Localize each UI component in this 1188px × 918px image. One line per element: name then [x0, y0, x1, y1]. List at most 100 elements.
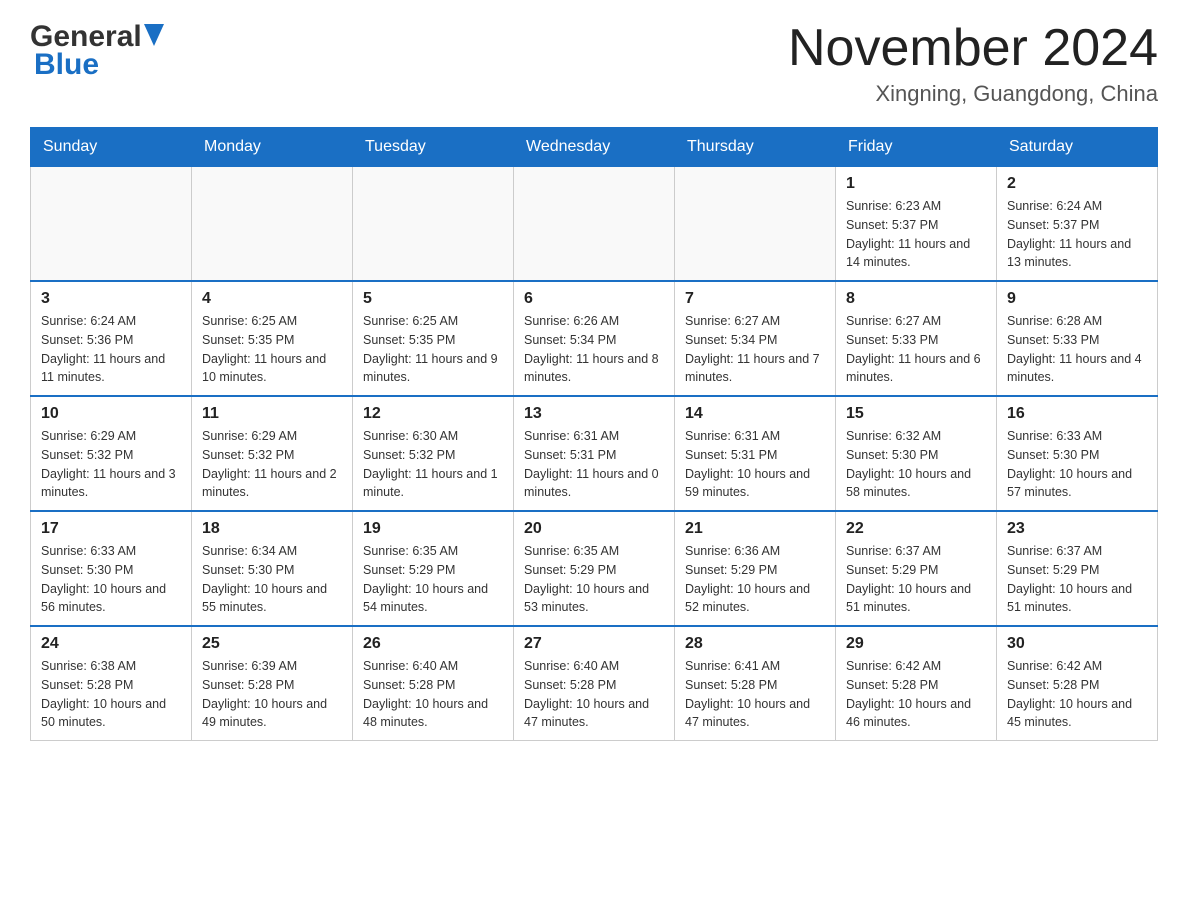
calendar-cell: 20 Sunrise: 6:35 AMSunset: 5:29 PMDayligh… — [514, 511, 675, 626]
day-number: 13 — [524, 405, 664, 423]
day-info: Sunrise: 6:31 AMSunset: 5:31 PMDaylight:… — [524, 427, 664, 502]
calendar-cell: 28 Sunrise: 6:41 AMSunset: 5:28 PMDayligh… — [675, 626, 836, 741]
day-number: 23 — [1007, 520, 1147, 538]
month-title: November 2024 — [788, 20, 1158, 77]
day-number: 4 — [202, 290, 342, 308]
week-row-4: 17Sunrise: 6:33 AMSunset: 5:30 PMDayligh… — [31, 511, 1158, 626]
day-info: Sunrise: 6:36 AMSunset: 5:29 PMDaylight:… — [685, 542, 825, 617]
logo-blue-text: Blue — [30, 48, 99, 82]
calendar-cell: 27 Sunrise: 6:40 AMSunset: 5:28 PMDayligh… — [514, 626, 675, 741]
day-info: Sunrise: 6:41 AMSunset: 5:28 PMDaylight:… — [685, 657, 825, 732]
day-info: Sunrise: 6:27 AMSunset: 5:34 PMDaylight:… — [685, 312, 825, 387]
day-number: 21 — [685, 520, 825, 538]
day-info: Sunrise: 6:25 AMSunset: 5:35 PMDaylight:… — [202, 312, 342, 387]
weekday-header-tuesday: Tuesday — [353, 128, 514, 167]
calendar-cell: 17Sunrise: 6:33 AMSunset: 5:30 PMDayligh… — [31, 511, 192, 626]
calendar-cell — [675, 167, 836, 282]
day-number: 2 — [1007, 175, 1147, 193]
calendar-cell: 3Sunrise: 6:24 AMSunset: 5:36 PMDaylight… — [31, 281, 192, 396]
day-info: Sunrise: 6:40 AMSunset: 5:28 PMDaylight:… — [363, 657, 503, 732]
day-number: 29 — [846, 635, 986, 653]
day-info: Sunrise: 6:28 AMSunset: 5:33 PMDaylight:… — [1007, 312, 1147, 387]
calendar-cell: 25 Sunrise: 6:39 AMSunset: 5:28 PMDayligh… — [192, 626, 353, 741]
day-number: 9 — [1007, 290, 1147, 308]
day-number: 8 — [846, 290, 986, 308]
day-number: 1 — [846, 175, 986, 193]
day-info: Sunrise: 6:40 AMSunset: 5:28 PMDaylight:… — [524, 657, 664, 732]
calendar-cell: 16Sunrise: 6:33 AMSunset: 5:30 PMDayligh… — [997, 396, 1158, 511]
calendar-cell: 11 Sunrise: 6:29 AMSunset: 5:32 PMDayligh… — [192, 396, 353, 511]
day-info: Sunrise: 6:42 AMSunset: 5:28 PMDaylight:… — [846, 657, 986, 732]
calendar-cell: 14 Sunrise: 6:31 AMSunset: 5:31 PMDayligh… — [675, 396, 836, 511]
day-info: Sunrise: 6:37 AMSunset: 5:29 PMDaylight:… — [846, 542, 986, 617]
calendar-cell: 26 Sunrise: 6:40 AMSunset: 5:28 PMDayligh… — [353, 626, 514, 741]
calendar-cell: 9 Sunrise: 6:28 AMSunset: 5:33 PMDaylight… — [997, 281, 1158, 396]
day-info: Sunrise: 6:29 AMSunset: 5:32 PMDaylight:… — [41, 427, 181, 502]
calendar-cell: 4 Sunrise: 6:25 AMSunset: 5:35 PMDaylight… — [192, 281, 353, 396]
weekday-header-sunday: Sunday — [31, 128, 192, 167]
calendar-cell: 18 Sunrise: 6:34 AMSunset: 5:30 PMDayligh… — [192, 511, 353, 626]
day-info: Sunrise: 6:42 AMSunset: 5:28 PMDaylight:… — [1007, 657, 1147, 732]
calendar-cell — [192, 167, 353, 282]
calendar-cell: 15 Sunrise: 6:32 AMSunset: 5:30 PMDayligh… — [836, 396, 997, 511]
calendar-table: SundayMondayTuesdayWednesdayThursdayFrid… — [30, 127, 1158, 741]
calendar-cell: 21 Sunrise: 6:36 AMSunset: 5:29 PMDayligh… — [675, 511, 836, 626]
weekday-header-friday: Friday — [836, 128, 997, 167]
day-info: Sunrise: 6:33 AMSunset: 5:30 PMDaylight:… — [41, 542, 181, 617]
day-info: Sunrise: 6:30 AMSunset: 5:32 PMDaylight:… — [363, 427, 503, 502]
day-info: Sunrise: 6:23 AMSunset: 5:37 PMDaylight:… — [846, 197, 986, 272]
logo: General Blue — [30, 20, 164, 82]
day-info: Sunrise: 6:39 AMSunset: 5:28 PMDaylight:… — [202, 657, 342, 732]
day-info: Sunrise: 6:35 AMSunset: 5:29 PMDaylight:… — [363, 542, 503, 617]
day-info: Sunrise: 6:35 AMSunset: 5:29 PMDaylight:… — [524, 542, 664, 617]
day-number: 6 — [524, 290, 664, 308]
calendar-cell: 8 Sunrise: 6:27 AMSunset: 5:33 PMDaylight… — [836, 281, 997, 396]
calendar-cell: 13 Sunrise: 6:31 AMSunset: 5:31 PMDayligh… — [514, 396, 675, 511]
location-text: Xingning, Guangdong, China — [788, 81, 1158, 107]
day-info: Sunrise: 6:31 AMSunset: 5:31 PMDaylight:… — [685, 427, 825, 502]
calendar-cell: 23 Sunrise: 6:37 AMSunset: 5:29 PMDayligh… — [997, 511, 1158, 626]
day-info: Sunrise: 6:27 AMSunset: 5:33 PMDaylight:… — [846, 312, 986, 387]
week-row-2: 3Sunrise: 6:24 AMSunset: 5:36 PMDaylight… — [31, 281, 1158, 396]
calendar-body: 1 Sunrise: 6:23 AMSunset: 5:37 PMDaylight… — [31, 167, 1158, 741]
calendar-cell: 1 Sunrise: 6:23 AMSunset: 5:37 PMDaylight… — [836, 167, 997, 282]
day-info: Sunrise: 6:38 AMSunset: 5:28 PMDaylight:… — [41, 657, 181, 732]
title-block: November 2024 Xingning, Guangdong, China — [788, 20, 1158, 107]
day-number: 24 — [41, 635, 181, 653]
day-number: 11 — [202, 405, 342, 423]
day-number: 15 — [846, 405, 986, 423]
week-row-5: 24 Sunrise: 6:38 AMSunset: 5:28 PMDayligh… — [31, 626, 1158, 741]
calendar-cell — [31, 167, 192, 282]
day-number: 28 — [685, 635, 825, 653]
day-info: Sunrise: 6:24 AMSunset: 5:36 PMDaylight:… — [41, 312, 181, 387]
day-number: 26 — [363, 635, 503, 653]
day-number: 14 — [685, 405, 825, 423]
calendar-cell: 12Sunrise: 6:30 AMSunset: 5:32 PMDayligh… — [353, 396, 514, 511]
day-number: 25 — [202, 635, 342, 653]
week-row-3: 10Sunrise: 6:29 AMSunset: 5:32 PMDayligh… — [31, 396, 1158, 511]
calendar-cell: 7 Sunrise: 6:27 AMSunset: 5:34 PMDaylight… — [675, 281, 836, 396]
day-info: Sunrise: 6:25 AMSunset: 5:35 PMDaylight:… — [363, 312, 503, 387]
day-info: Sunrise: 6:37 AMSunset: 5:29 PMDaylight:… — [1007, 542, 1147, 617]
day-number: 5 — [363, 290, 503, 308]
day-info: Sunrise: 6:24 AMSunset: 5:37 PMDaylight:… — [1007, 197, 1147, 272]
day-info: Sunrise: 6:32 AMSunset: 5:30 PMDaylight:… — [846, 427, 986, 502]
day-number: 27 — [524, 635, 664, 653]
day-number: 7 — [685, 290, 825, 308]
weekday-header-row: SundayMondayTuesdayWednesdayThursdayFrid… — [31, 128, 1158, 167]
calendar-cell: 10Sunrise: 6:29 AMSunset: 5:32 PMDayligh… — [31, 396, 192, 511]
week-row-1: 1 Sunrise: 6:23 AMSunset: 5:37 PMDaylight… — [31, 167, 1158, 282]
day-info: Sunrise: 6:34 AMSunset: 5:30 PMDaylight:… — [202, 542, 342, 617]
calendar-cell — [353, 167, 514, 282]
logo-triangle-icon — [144, 24, 164, 46]
weekday-header-thursday: Thursday — [675, 128, 836, 167]
day-number: 18 — [202, 520, 342, 538]
calendar-cell: 22Sunrise: 6:37 AMSunset: 5:29 PMDayligh… — [836, 511, 997, 626]
calendar-header: SundayMondayTuesdayWednesdayThursdayFrid… — [31, 128, 1158, 167]
calendar-cell: 19Sunrise: 6:35 AMSunset: 5:29 PMDayligh… — [353, 511, 514, 626]
day-info: Sunrise: 6:29 AMSunset: 5:32 PMDaylight:… — [202, 427, 342, 502]
page-header: General Blue November 2024 Xingning, Gua… — [30, 20, 1158, 107]
day-number: 20 — [524, 520, 664, 538]
calendar-cell: 2 Sunrise: 6:24 AMSunset: 5:37 PMDaylight… — [997, 167, 1158, 282]
weekday-header-saturday: Saturday — [997, 128, 1158, 167]
